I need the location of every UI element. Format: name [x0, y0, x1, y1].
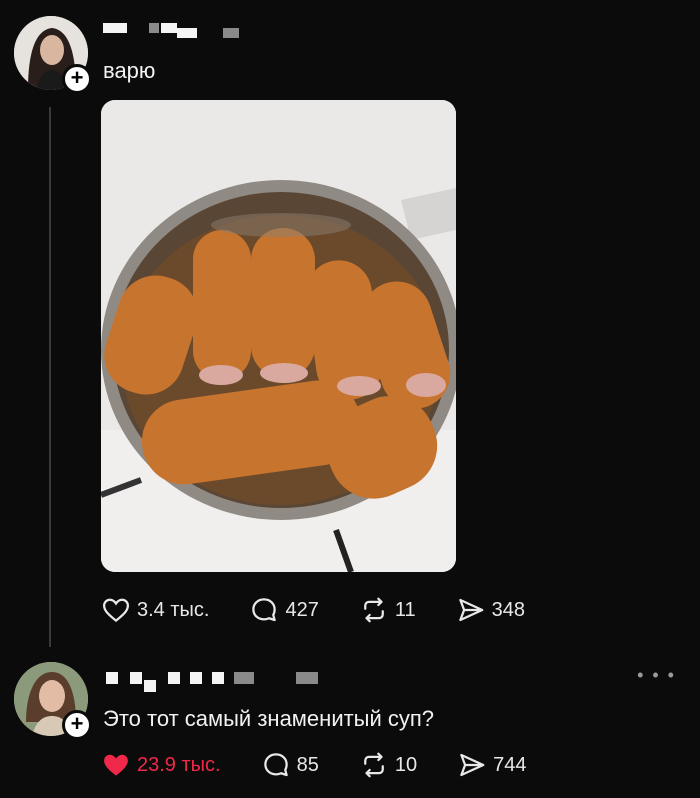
share-count: 744	[493, 753, 527, 776]
share-icon	[458, 598, 483, 622]
reply-button[interactable]: 85	[261, 750, 319, 780]
author-avatar[interactable]: +	[14, 16, 92, 94]
boiling-sausages-image	[101, 100, 456, 572]
more-options-button[interactable]: • • •	[637, 665, 676, 686]
comment-icon	[252, 598, 277, 622]
comment-icon	[263, 753, 288, 777]
reply-button[interactable]: 427	[249, 595, 319, 625]
share-button[interactable]: 744	[457, 750, 526, 780]
reply-author-avatar[interactable]: +	[14, 662, 92, 740]
post-text: варю	[103, 58, 156, 83]
repost-button[interactable]: 11	[359, 595, 416, 625]
like-button[interactable]: 3.4 тыс.	[101, 595, 209, 625]
post-photo[interactable]	[101, 100, 456, 572]
reply-text: Это тот самый знаменитый суп?	[103, 706, 435, 731]
like-count: 3.4 тыс.	[137, 598, 210, 621]
share-button[interactable]: 348	[456, 595, 525, 625]
reply-actions: 23.9 тыс. 85 10 744	[101, 750, 566, 780]
reply-count: 427	[285, 598, 319, 621]
share-icon	[460, 753, 485, 777]
reply-username-redacted[interactable]	[106, 668, 318, 692]
post-actions: 3.4 тыс. 427 11 348	[101, 595, 565, 625]
follow-plus-icon[interactable]: +	[62, 710, 92, 740]
repost-button[interactable]: 10	[359, 750, 417, 780]
like-count: 23.9 тыс.	[137, 753, 221, 776]
repost-count: 10	[394, 753, 418, 776]
author-username-redacted[interactable]	[103, 18, 239, 38]
reply-count: 85	[296, 753, 319, 776]
repost-count: 11	[394, 598, 416, 621]
heart-icon	[102, 598, 130, 623]
repost-icon	[363, 597, 384, 623]
follow-plus-icon[interactable]: +	[62, 64, 92, 94]
thread-line	[49, 107, 51, 647]
heart-icon	[104, 754, 128, 776]
share-count: 348	[491, 598, 525, 621]
like-button[interactable]: 23.9 тыс.	[101, 750, 221, 780]
repost-icon	[363, 752, 384, 778]
